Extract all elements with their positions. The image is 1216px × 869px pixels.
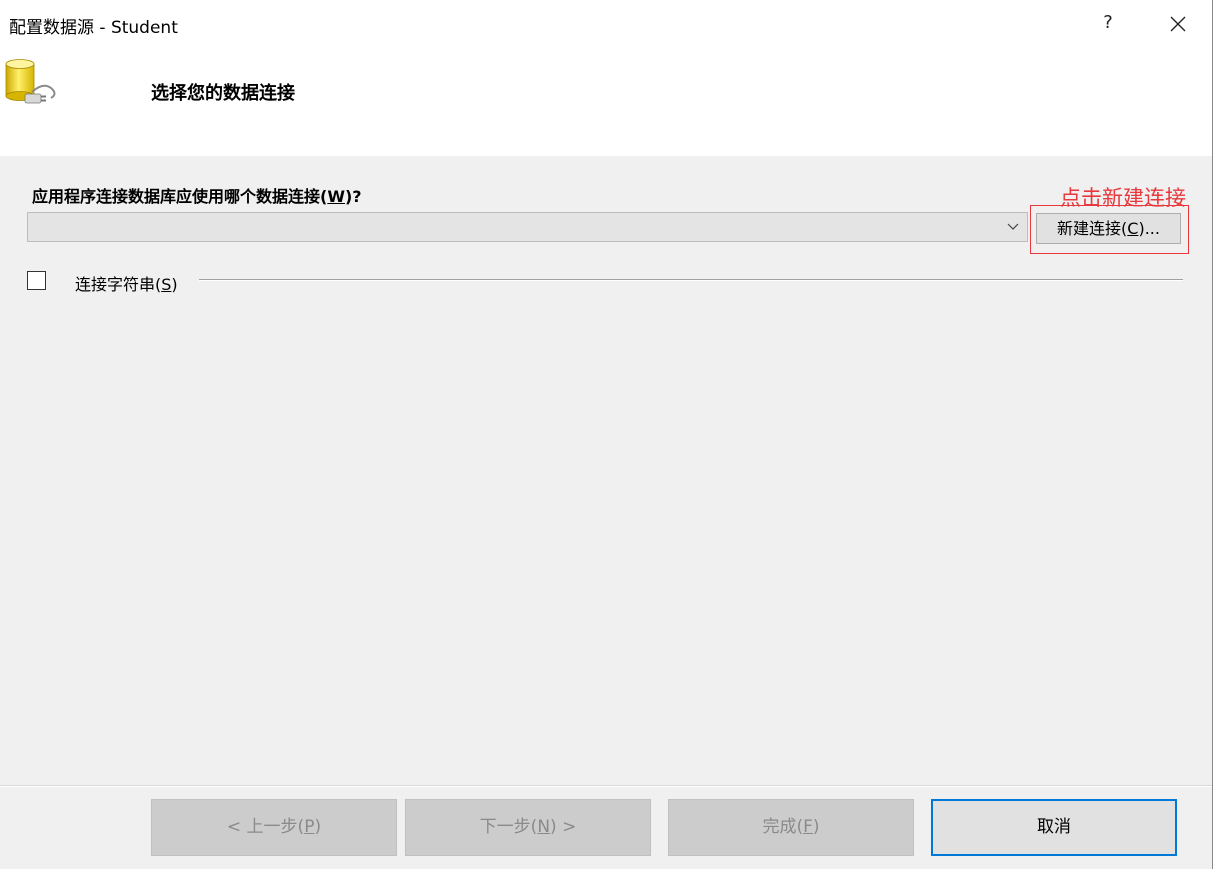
back-access-key: P (304, 817, 315, 837)
next-label-end: ) > (550, 817, 577, 837)
back-button[interactable]: < 上一步(P) (151, 799, 397, 856)
next-label-start: 下一步( (479, 817, 538, 837)
cancel-label: 取消 (1037, 817, 1071, 837)
connection-string-checkbox[interactable] (27, 271, 46, 290)
chevron-down-icon (1007, 223, 1019, 230)
finish-access-key: F (803, 817, 813, 837)
configure-data-source-dialog: 配置数据源 - Student ? 选择您的数据连接 应用程序连接数据库应使用哪… (0, 0, 1213, 869)
connection-select[interactable] (27, 212, 1028, 242)
connection-string-divider (199, 279, 1183, 281)
help-button[interactable]: ? (1097, 12, 1119, 36)
annotation-text: 点击新建连接 (1060, 186, 1186, 210)
back-label-end: ) (314, 817, 322, 837)
checkbox-label-end: ) (171, 275, 178, 294)
footer-divider (0, 785, 1212, 787)
database-connection-icon (5, 59, 56, 104)
question-access-key: W (327, 187, 345, 206)
finish-label-start: 完成( (762, 817, 804, 837)
checkbox-access-key: S (161, 275, 172, 294)
question-text-end: )? (344, 187, 362, 206)
wizard-header: 选择您的数据连接 (0, 50, 1212, 156)
checkbox-label-start: 连接字符串( (75, 275, 162, 294)
finish-button[interactable]: 完成(F) (668, 799, 914, 856)
window-title: 配置数据源 - Student (9, 18, 178, 38)
next-button[interactable]: 下一步(N) > (405, 799, 651, 856)
close-icon (1170, 16, 1186, 32)
question-text-start: 应用程序连接数据库应使用哪个数据连接( (32, 187, 328, 206)
cancel-button[interactable]: 取消 (931, 799, 1177, 856)
close-button[interactable] (1164, 10, 1192, 38)
annotation-highlight-box (1030, 205, 1189, 254)
finish-label-end: ) (812, 817, 820, 837)
connection-string-label[interactable]: 连接字符串(S) (75, 271, 178, 295)
back-label-start: < 上一步( (226, 817, 305, 837)
next-access-key: N (537, 817, 551, 837)
page-heading: 选择您的数据连接 (151, 83, 295, 104)
connection-question-label: 应用程序连接数据库应使用哪个数据连接(W)? (32, 183, 362, 207)
title-bar: 配置数据源 - Student ? (0, 0, 1212, 50)
